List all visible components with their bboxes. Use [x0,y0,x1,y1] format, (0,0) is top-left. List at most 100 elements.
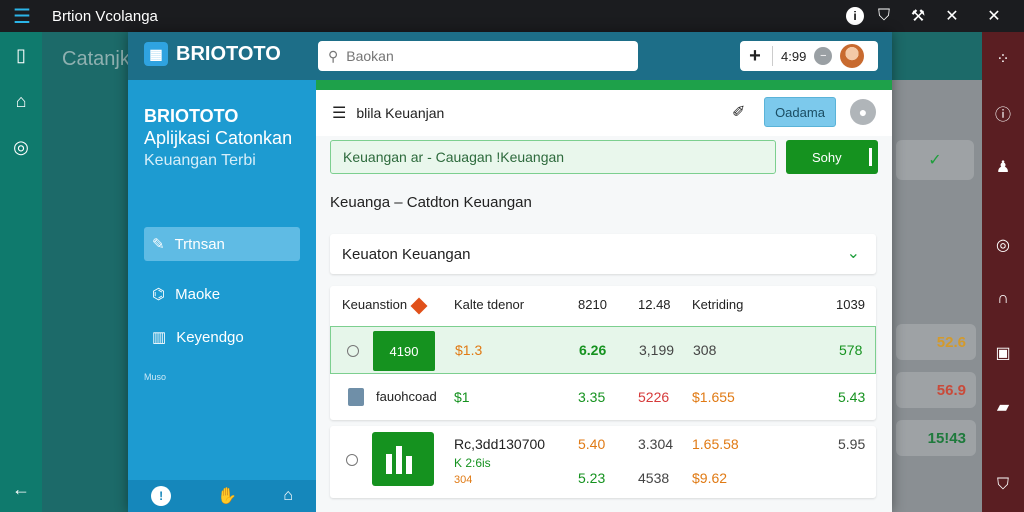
transactions-table: Keuanstion Kalte tdenor 8210 12.48 Ketri… [330,286,876,420]
table-header: Keuanstion Kalte tdenor 8210 12.48 Ketri… [330,286,876,324]
avatar[interactable] [840,44,865,68]
sidebar-item-keuangan[interactable]: ▥ Keyendgo [144,320,300,354]
accordion-header[interactable]: Keuaton Keuangan ⌄ [330,234,876,274]
bar-chart-icon [372,432,434,486]
accordion-label: Keuaton Keuangan [342,245,471,263]
card-cell: 4538 [638,470,670,486]
sidebar-bottom-bar: ! ✋ ⌂ [128,480,316,512]
counter-text: 4:99 [781,48,807,64]
row-cell: $1 [454,389,470,405]
table-row[interactable]: 4190 $1.3 6.26 3,199 308 578 [330,326,876,374]
minus-icon[interactable]: − [814,47,833,65]
search-box[interactable]: ⚲ [318,41,638,71]
toolbar-title: blila Keuanjan [356,105,445,121]
bg-value: 56.9 [896,372,976,408]
background-right-panel: ✓ 52.6 56.9 15!43 [892,80,982,512]
pin-icon[interactable]: ✐ [732,102,745,122]
back-arrow-icon[interactable]: ← [0,466,42,512]
row-cell: 6.26 [579,342,607,358]
search-input[interactable] [346,48,617,64]
grid-icon: ▦ [144,42,168,66]
hand-icon[interactable]: ✋ [217,486,237,506]
window-title: Brtion Vcolanga [52,7,158,25]
sidebar-subtitle: Aplijkasi Catonkan [144,128,293,148]
bg-value: 15!43 [896,420,976,456]
row-cell: $1.655 [692,389,735,405]
card-cell: 5.95 [838,436,866,452]
sidebar-item-label: Maoke [175,285,221,303]
column-header: 1039 [836,297,865,312]
info-icon[interactable]: ! [151,486,172,506]
home-icon[interactable]: ⌂ [0,78,42,124]
user-controls: + 4:99 − [740,41,878,71]
column-header: Keuanstion [342,297,428,315]
row-cell: 578 [839,342,863,358]
info-icon[interactable]: i [846,7,864,25]
row-cell: 308 [693,342,717,358]
table-row[interactable]: fauohcoad $1 3.35 5226 $1.655 5.43 [330,374,876,422]
search-icon: ⚲ [328,47,339,64]
shield-icon[interactable]: ⛉ [870,2,898,30]
refresh-icon[interactable]: ◎ [982,218,1024,272]
book-icon[interactable]: ▯ [0,32,42,78]
background-title: Catanjk [62,48,130,70]
shield-outline-icon[interactable]: ⛉ [982,458,1024,512]
summary-card[interactable]: Rc,3dd130700 K 2:6is 304 5.40 3.304 1.65… [330,426,876,498]
content-toolbar: ☰ blila Keuanjan ✐ Oadama ● [316,90,892,136]
chevron-down-icon[interactable]: ⌄ [847,243,860,263]
bg-chevron-icon: ✓ [896,140,974,180]
message-icon: ⌬ [152,286,166,303]
power-icon[interactable]: ◎ [0,124,42,170]
save-button[interactable]: Sohy [786,140,878,174]
card-title: Rc,3dd130700 [454,436,546,452]
wallet-icon: ▥ [152,329,167,346]
alert-icon[interactable]: ⓘ [982,86,1024,140]
hamburger-icon[interactable]: ☰ [332,103,346,123]
accent-bar [316,80,892,90]
card-cell: 5.23 [578,470,606,486]
edit-icon: ✎ [152,236,165,253]
add-icon[interactable]: + [746,45,764,68]
bg-value: 52.6 [896,324,976,360]
logo-text: BRIOTOTO [176,42,281,65]
main-window: ▦ BRIOTOTO ⚲ + 4:99 − BRIOTOTO Aplijkasi… [128,32,892,512]
card-subtitle: K 2:6is [454,456,491,470]
square-icon[interactable]: ▣ [982,326,1024,380]
save-label: Sohy [812,149,842,165]
bookmark-icon[interactable]: ▰ [982,380,1024,434]
close-icon[interactable]: ✕ [972,2,1016,30]
content-area: ☰ blila Keuanjan ✐ Oadama ● Keuangan ar … [316,80,892,512]
category-input[interactable]: Keuangan ar - Cauagan !Keuangan [330,140,776,174]
bag-icon[interactable]: ⌂ [283,487,293,505]
warning-icon [410,297,428,315]
card-cell: 5.40 [578,436,606,452]
row-tag: 4190 [373,331,435,371]
row-cell: 3.35 [578,389,606,405]
row-cell: 3,199 [639,342,675,358]
dots-icon[interactable]: ⁘ [982,32,1024,86]
primary-button[interactable]: Oadama [764,97,836,127]
row-radio[interactable] [347,345,359,357]
sidebar-brand: BRIOTOTO [144,106,239,126]
user-icon[interactable]: ♟ [982,140,1024,194]
sidebar-item-label: Keyendgo [176,328,244,346]
row-radio[interactable] [346,454,358,466]
tool-icon[interactable]: ⚒ [904,2,932,30]
app-logo[interactable]: ▦ BRIOTOTO [144,42,281,66]
cross-icon[interactable]: ✕ [938,2,966,30]
sidebar-item-transaksi[interactable]: ✎ Trtnsan [144,227,300,261]
user-avatar-icon[interactable]: ● [850,99,876,125]
headset-icon[interactable]: ∩ [982,272,1024,326]
card-cell: 1.65.58 [692,436,739,452]
column-header: 8210 [578,297,607,312]
column-header: Kalte tdenor [454,297,525,312]
document-icon [348,388,364,406]
sidebar-footnote: Muso [144,372,167,382]
menu-icon[interactable]: ☰ [0,0,44,32]
section-title: Keuanga – Catdton Keuangan [330,194,532,211]
card-cell: 3.304 [638,436,674,452]
divider [772,46,773,66]
sidebar-item-masuk[interactable]: ⌬ Maoke [144,277,300,311]
card-subtitle-2: 304 [454,474,473,486]
column-header: Ketriding [692,297,744,312]
